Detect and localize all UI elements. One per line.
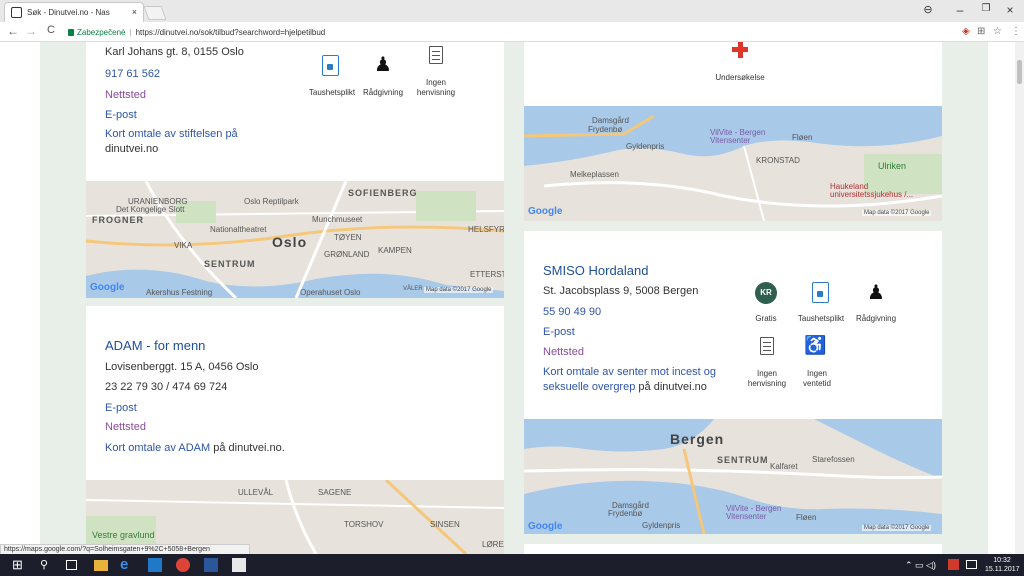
service-card-smiso: SMISO Hordaland St. Jacobsplass 9, 5008 … bbox=[524, 231, 942, 419]
service-card-undersokelse: Undersøkelse bbox=[524, 42, 942, 106]
task-view-icon[interactable] bbox=[66, 560, 77, 570]
card-title[interactable]: ADAM - for menn bbox=[105, 338, 205, 353]
lock-document-icon bbox=[322, 55, 339, 76]
waiting-icon: ♿ bbox=[804, 335, 827, 355]
map-data-label: Map data ©2017 Google bbox=[424, 287, 494, 293]
tray-app-icon[interactable] bbox=[948, 559, 959, 570]
tab-close-button[interactable]: × bbox=[132, 7, 137, 17]
icon-label-taushetsplikt: Taushetsplikt bbox=[308, 88, 356, 97]
map-data-label: Map data ©2017 Google bbox=[862, 210, 932, 216]
map-data-label: Map data ©2017 Google bbox=[862, 525, 932, 531]
card-address: Karl Johans gt. 8, 0155 Oslo bbox=[105, 46, 244, 58]
person-icon: ♟ bbox=[867, 282, 885, 304]
word-icon[interactable] bbox=[204, 558, 218, 572]
service-card-oslo: Karl Johans gt. 8, 0155 Oslo 917 61 562 … bbox=[86, 42, 504, 181]
close-window-button[interactable]: × bbox=[1000, 3, 1020, 17]
photos-icon[interactable] bbox=[232, 558, 246, 572]
map-bergen-1[interactable]: Damsgård Frydenbø VilVite - Bergen Viten… bbox=[524, 106, 942, 221]
map-oslo-adam[interactable]: ULLEVÅL SAGENE Vestre gravlund TORSHOV S… bbox=[86, 480, 504, 554]
taskbar: ⊞ ⚲ e ⌃ ▭ ◁) bbox=[0, 554, 1024, 576]
card-address: Lovisenberggt. 15 A, 0456 Oslo bbox=[105, 361, 259, 373]
map-bergen-2[interactable]: Bergen SENTRUM Kalfaret Starefossen Dams… bbox=[524, 419, 942, 534]
edge-icon[interactable]: e bbox=[120, 557, 134, 572]
clock-time: 10:32 bbox=[993, 557, 1011, 564]
outlook-icon[interactable] bbox=[148, 558, 162, 572]
file-explorer-icon[interactable] bbox=[94, 560, 108, 571]
card-phone[interactable]: 55 90 49 90 bbox=[543, 306, 601, 318]
card-website-link[interactable]: Nettsted bbox=[105, 89, 146, 101]
clock-date: 15.11.2017 bbox=[985, 566, 1020, 573]
translate-icon[interactable]: ⊞ bbox=[977, 26, 985, 37]
service-card-adam: ADAM - for menn Lovisenberggt. 15 A, 045… bbox=[86, 306, 504, 480]
google-logo: Google bbox=[528, 521, 563, 532]
card-website-link[interactable]: Nettsted bbox=[543, 346, 584, 358]
lock-icon bbox=[68, 29, 74, 36]
chrome-icon[interactable] bbox=[176, 558, 190, 572]
card-description: seksuelle overgrep på dinutvei.no bbox=[543, 381, 707, 393]
secure-label: Zabezpečené bbox=[77, 28, 126, 37]
map-oslo[interactable]: URANIENBORG Det Kongelige Slott Oslo Rep… bbox=[86, 181, 504, 298]
icon-label-ingen-henvisning: Ingen henvisning bbox=[416, 78, 456, 97]
scrollbar-thumb[interactable] bbox=[1017, 60, 1022, 84]
kr-badge-icon: KR bbox=[755, 282, 777, 304]
reload-button[interactable]: C bbox=[44, 24, 58, 36]
tray-icons[interactable]: ⌃ ▭ ◁) bbox=[905, 560, 936, 571]
card-website-link[interactable]: Nettsted bbox=[105, 421, 146, 433]
extension-icon[interactable]: ◈ bbox=[962, 26, 970, 37]
card-description: Kort omtale av ADAM på dinutvei.no. bbox=[105, 442, 285, 454]
maximize-button[interactable]: ❐ bbox=[976, 3, 996, 14]
forward-button[interactable]: → bbox=[24, 24, 38, 38]
account-icon[interactable]: ⊖ bbox=[918, 3, 938, 16]
card-description-text: dinutvei.no bbox=[105, 143, 159, 155]
document-icon bbox=[760, 337, 774, 355]
card-description-link[interactable]: Kort omtale av senter mot incest og bbox=[543, 366, 716, 378]
favicon-icon bbox=[11, 7, 22, 18]
card-phone[interactable]: 23 22 79 30 / 474 69 724 bbox=[105, 381, 227, 393]
icon-label-taushetsplikt: Taushetsplikt bbox=[797, 314, 845, 323]
card-title[interactable]: SMISO Hordaland bbox=[543, 263, 649, 278]
scrollbar[interactable] bbox=[1015, 42, 1024, 554]
document-icon bbox=[429, 46, 443, 64]
google-logo: Google bbox=[528, 206, 563, 217]
card-email-link[interactable]: E-post bbox=[105, 402, 137, 414]
icon-label-ingen-henvisning: Ingen henvisning bbox=[747, 369, 787, 388]
menu-icon[interactable]: ⋮ bbox=[1011, 26, 1021, 37]
icon-label-gratis: Gratis bbox=[755, 314, 777, 323]
windows-start-icon[interactable]: ⊞ bbox=[12, 558, 26, 572]
card-email-link[interactable]: E-post bbox=[105, 109, 137, 121]
icon-label-ingen-ventetid: Ingen ventetid bbox=[802, 369, 832, 388]
minimize-button[interactable]: – bbox=[950, 3, 970, 17]
card-address: St. Jacobsplass 9, 5008 Bergen bbox=[543, 285, 699, 297]
url-text: https://dinutvei.no/sok/tilbud?searchwor… bbox=[135, 28, 326, 37]
page-viewport: Karl Johans gt. 8, 0155 Oslo 917 61 562 … bbox=[0, 42, 1024, 554]
google-logo: Google bbox=[90, 282, 125, 293]
icon-label-radgivning: Rådgivning bbox=[855, 314, 897, 323]
search-icon[interactable]: ⚲ bbox=[40, 558, 54, 572]
service-card-next bbox=[524, 544, 942, 554]
card-description-link[interactable]: Kort omtale av stiftelsen på bbox=[105, 128, 238, 140]
url-input[interactable]: Zabezpečené | https://dinutvei.no/sok/tilb… bbox=[64, 25, 944, 40]
icon-label-undersokelse: Undersøkelse bbox=[715, 73, 765, 82]
tab-title: Søk - Dinutvei.no - Nas bbox=[27, 8, 110, 17]
clock[interactable]: 10:32 15.11.2017 bbox=[985, 556, 1020, 574]
icon-label-radgivning: Rådgivning bbox=[362, 88, 404, 97]
card-email-link[interactable]: E-post bbox=[543, 326, 575, 338]
card-phone[interactable]: 917 61 562 bbox=[105, 68, 160, 80]
bookmark-star-icon[interactable]: ☆ bbox=[993, 26, 1002, 37]
person-icon: ♟ bbox=[374, 54, 392, 76]
notification-icon[interactable] bbox=[966, 560, 977, 569]
back-button[interactable]: ← bbox=[6, 24, 20, 38]
browser-tab[interactable]: Søk - Dinutvei.no - Nas × bbox=[4, 2, 144, 22]
lock-document-icon bbox=[812, 282, 829, 303]
